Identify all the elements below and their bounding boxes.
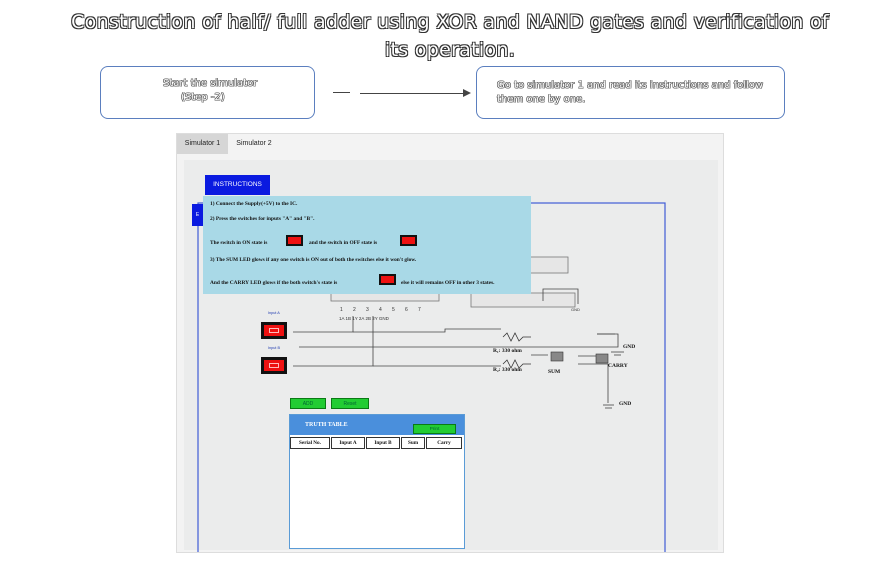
step-1-line-2: (Step -2): [181, 92, 225, 103]
add-button[interactable]: ADD: [290, 398, 326, 409]
step-2-line-1: Go to simulator 1 and read its instructi…: [497, 80, 764, 91]
instructions-button[interactable]: INSTRUCTIONS: [205, 175, 270, 195]
wire-input-b: [293, 316, 374, 367]
instruction-1: 1) Connect the Supply(+5V) to the IC.: [210, 201, 298, 207]
instructions-panel: 1) Connect the Supply(+5V) to the IC. 2)…: [203, 196, 531, 294]
resistor-r1: [502, 332, 531, 342]
column-serial: Serial No.: [290, 437, 330, 449]
tab-bar: Simulator 1 Simulator 2: [177, 134, 723, 154]
tab-simulator-2[interactable]: Simulator 2: [231, 134, 277, 154]
column-sum: Sum: [401, 437, 425, 449]
carry-label: CARRY: [608, 363, 628, 369]
edge-tab[interactable]: E: [192, 204, 203, 226]
switch-on-icon-2: [379, 274, 396, 285]
pin-5: 5: [392, 307, 395, 313]
arrow-right-icon: [463, 89, 471, 97]
instruction-4: 3) The SUM LED glows if any one switch i…: [210, 257, 417, 263]
connector-arrow-line: [360, 93, 466, 94]
switch-on-icon: [286, 235, 303, 246]
gnd-label-1: GND: [623, 344, 635, 350]
step-2-line-2: them one by one.: [497, 94, 586, 105]
truth-table-header: TRUTH TABLE Print: [290, 415, 464, 435]
step-1-box: Start the simulator (Step -2): [100, 66, 315, 119]
ic-upper: [527, 256, 569, 274]
print-button[interactable]: Print: [413, 424, 456, 434]
wire-sum: [353, 328, 501, 333]
sum-label: SUM: [548, 369, 561, 375]
wire-bus: [299, 333, 619, 348]
truth-table-columns: Serial No. Input A Input B Sum Carry: [290, 437, 464, 449]
r1-label: R₁: 330 ohm: [493, 348, 522, 354]
instruction-3b: and the switch in OFF state is: [309, 240, 378, 246]
instruction-3a: The switch in ON state is: [210, 240, 268, 246]
pin-1: 1: [340, 307, 343, 313]
ic-right: [470, 292, 576, 308]
connector-dash: [333, 92, 350, 93]
reset-button[interactable]: Reset: [331, 398, 369, 409]
step-2-box: Go to simulator 1 and read its instructi…: [476, 66, 785, 119]
pin-4: 4: [379, 307, 382, 313]
column-carry: Carry: [426, 437, 462, 449]
r2-label: R₂: 330 ohm: [493, 367, 522, 373]
pin-6: 6: [405, 307, 408, 313]
input-a-label: Input A: [268, 311, 280, 315]
gnd-label-2: GND: [619, 401, 631, 407]
pin-7: 7: [418, 307, 421, 313]
truth-table: TRUTH TABLE Print Serial No. Input A Inp…: [289, 414, 465, 549]
truth-table-title: TRUTH TABLE: [305, 422, 348, 428]
slide-title: Construction of half/ full adder using X…: [71, 11, 829, 61]
instruction-2: 2) Press the switches for inputs "A" and…: [210, 216, 315, 222]
carry-led-icon: [595, 353, 609, 364]
sum-led-icon: [550, 351, 564, 362]
pin-3: 3: [366, 307, 369, 313]
pin-labels: 1A 1B 1Y 2A 2B 2Y GND: [339, 316, 390, 321]
column-input-b: Input B: [366, 437, 400, 449]
switch-off-icon: [400, 235, 417, 246]
input-b-label: Input B: [268, 346, 281, 350]
instruction-5b: else it will remains OFF in other 3 stat…: [401, 280, 495, 286]
pin-2: 2: [353, 307, 356, 313]
column-input-a: Input A: [331, 437, 365, 449]
instruction-5a: And the CARRY LED glows if the both swit…: [210, 280, 338, 286]
input-a-switch[interactable]: [261, 322, 287, 339]
step-1-line-1: Start the simulator: [163, 78, 258, 89]
input-b-switch[interactable]: [261, 357, 287, 374]
gnd-small-label: GND: [571, 307, 580, 312]
tab-simulator-1[interactable]: Simulator 1: [177, 134, 228, 154]
wire-carry-down: [578, 363, 609, 393]
